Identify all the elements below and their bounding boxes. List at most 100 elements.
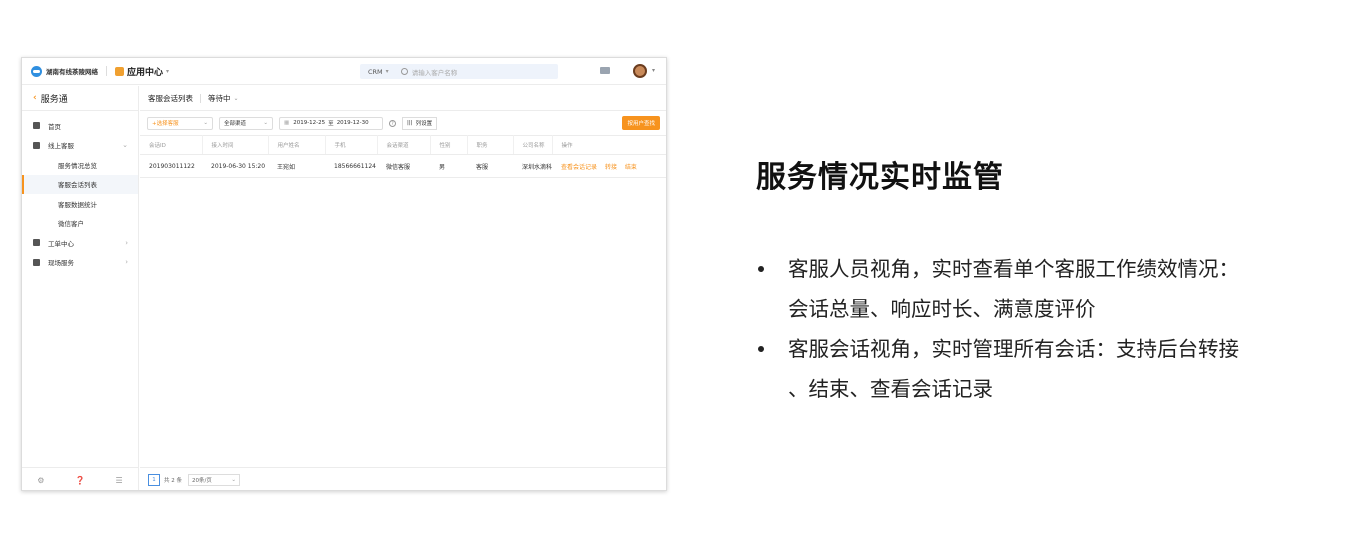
divider bbox=[200, 93, 201, 103]
col-header[interactable]: 会话ID bbox=[140, 135, 203, 155]
date-separator: 至 bbox=[328, 121, 334, 127]
cube-icon bbox=[115, 66, 124, 76]
sidebar-item-wechat-customers[interactable]: 微信客户 bbox=[22, 214, 138, 234]
end-link[interactable]: 结束 bbox=[625, 164, 637, 171]
sidebar-item-label: 客服会话列表 bbox=[58, 181, 97, 190]
chevron-down-icon: ▾ bbox=[385, 68, 389, 75]
col-header: 操作 bbox=[552, 135, 666, 155]
col-header[interactable]: 性别 bbox=[430, 135, 468, 155]
session-table: 会话ID 接入时间 用户姓名 手机 会话渠道 性别 职务 公司名称 操作 201… bbox=[140, 135, 666, 178]
app-center-label: 应用中心 bbox=[127, 67, 164, 78]
sidebar-item-overview[interactable]: 服务情况总览 bbox=[22, 155, 138, 175]
col-header[interactable]: 会话渠道 bbox=[377, 135, 431, 155]
sidebar-item-label: 工单中心 bbox=[48, 239, 74, 248]
bullet-dot bbox=[758, 266, 764, 272]
search-icon bbox=[400, 68, 408, 75]
bullet-item: 客服会话视角，实时管理所有会话：支持后台转接 、结束、查看会话记录 bbox=[756, 329, 1316, 409]
col-header[interactable]: 接入时间 bbox=[202, 135, 269, 155]
tab-session-list[interactable]: 客服会话列表 bbox=[148, 93, 193, 104]
sidebar-item-online-service[interactable]: 线上客服 ⌄ bbox=[22, 136, 138, 156]
pagination: 1 共 2 条 20条/页 ⌄ bbox=[140, 467, 666, 490]
cell-role: 客服 bbox=[467, 154, 513, 178]
agent-select[interactable]: +选择客服 ⌄ bbox=[147, 116, 213, 130]
cell-channel: 微信客服 bbox=[377, 154, 430, 178]
divider bbox=[106, 66, 107, 76]
service-icon bbox=[33, 141, 40, 149]
chevron-down-icon[interactable]: ▾ bbox=[652, 67, 655, 74]
home-icon bbox=[33, 122, 40, 130]
columns-icon: ||| bbox=[407, 120, 413, 126]
sidebar-item-field-service[interactable]: 现场服务 › bbox=[22, 253, 138, 273]
sidebar-header: ‹ 服务通 bbox=[22, 86, 138, 111]
column-settings-label: 列设置 bbox=[415, 121, 433, 127]
table-header-row: 会话ID 接入时间 用户姓名 手机 会话渠道 性别 职务 公司名称 操作 bbox=[140, 135, 666, 155]
sidebar-item-ticket-center[interactable]: 工单中心 › bbox=[22, 233, 138, 253]
cell-phone: 18566661124 bbox=[325, 154, 377, 178]
date-range-picker[interactable]: ▦ 2019-12-25 至 2019-12-30 bbox=[279, 116, 383, 130]
date-to: 2019-12-30 bbox=[336, 120, 369, 126]
cell-session-id: 201903011122 bbox=[140, 154, 202, 178]
filter-bar: +选择客服 ⌄ 全部渠道 ⌄ ▦ 2019-12-25 至 2019-12-30… bbox=[140, 111, 666, 135]
bullet-text: 客服会话视角，实时管理所有会话：支持后台转接 bbox=[788, 337, 1239, 361]
bullet-item: 客服人员视角，实时查看单个客服工作绩效情况： 会话总量、响应时长、满意度评价 bbox=[756, 249, 1316, 329]
tab-bar: 客服会话列表 等待中 ⌄ bbox=[140, 86, 666, 111]
app-center-menu[interactable]: 应用中心 ▾ bbox=[115, 65, 169, 78]
col-header[interactable]: 职务 bbox=[467, 135, 514, 155]
chevron-down-icon: ⌄ bbox=[231, 477, 236, 483]
page-size-select[interactable]: 20条/页 ⌄ bbox=[188, 474, 240, 486]
help-icon[interactable]: ? bbox=[389, 119, 396, 127]
sidebar-item-session-list[interactable]: 客服会话列表 bbox=[22, 174, 138, 194]
main-content: 客服会话列表 等待中 ⌄ +选择客服 ⌄ 全部渠道 ⌄ ▦ 2019-12-25… bbox=[140, 86, 666, 490]
sidebar-item-statistics[interactable]: 客服数据统计 bbox=[22, 194, 138, 214]
page-number[interactable]: 1 bbox=[148, 474, 160, 486]
company-name: 湖南有线茶陵网络 bbox=[46, 68, 98, 76]
collapse-icon[interactable]: ☰ bbox=[116, 476, 123, 485]
date-from: 2019-12-25 bbox=[293, 120, 326, 126]
company-logo[interactable]: 湖南有线茶陵网络 bbox=[31, 65, 98, 77]
sidebar-item-label: 客服数据统计 bbox=[58, 200, 97, 209]
chevron-down-icon: ▾ bbox=[166, 67, 170, 75]
help-icon[interactable]: ❓ bbox=[75, 476, 85, 485]
globe-icon bbox=[33, 258, 40, 266]
sidebar-item-label: 服务情况总览 bbox=[58, 161, 97, 170]
total-count: 共 2 条 bbox=[164, 478, 182, 484]
chevron-down-icon: ⌄ bbox=[203, 120, 208, 126]
user-query-button[interactable]: 按用户查找 bbox=[622, 116, 660, 130]
tab-status[interactable]: 等待中 bbox=[208, 93, 231, 104]
app-screenshot: 湖南有线茶陵网络 应用中心 ▾ CRM ▾ 请输入客户名称 ▾ ‹ 服务通 首页 bbox=[21, 57, 667, 491]
avatar[interactable] bbox=[633, 64, 647, 78]
chevron-down-icon[interactable]: ⌄ bbox=[234, 95, 239, 102]
table-row[interactable]: 201903011122 2019-06-30 15:20 王宛如 185666… bbox=[140, 154, 666, 178]
sidebar-item-home[interactable]: 首页 bbox=[22, 116, 138, 136]
crm-search-bar[interactable]: CRM ▾ 请输入客户名称 bbox=[360, 64, 558, 79]
sidebar: ‹ 服务通 首页 线上客服 ⌄ 服务情况总览 客服会话列表 客服数据统计 微信客… bbox=[22, 86, 139, 490]
channel-select-value: 全部渠道 bbox=[224, 121, 247, 127]
chevron-down-icon: ⌄ bbox=[263, 120, 268, 126]
channel-select[interactable]: 全部渠道 ⌄ bbox=[219, 116, 273, 130]
chevron-down-icon: ⌄ bbox=[122, 141, 128, 150]
col-header[interactable]: 手机 bbox=[325, 135, 378, 155]
col-header[interactable]: 公司名称 bbox=[513, 135, 553, 155]
chevron-right-icon: › bbox=[125, 238, 128, 247]
settings-icon[interactable]: ⚙ bbox=[37, 476, 44, 485]
ticket-icon bbox=[33, 239, 40, 247]
bullet-text: 会话总量、响应时长、满意度评价 bbox=[788, 297, 1096, 321]
cell-company: 深圳水滴科 bbox=[513, 154, 553, 178]
column-settings-button[interactable]: ||| 列设置 bbox=[402, 116, 438, 130]
cell-name: 王宛如 bbox=[268, 154, 325, 178]
back-icon[interactable]: ‹ bbox=[33, 93, 37, 103]
transfer-link[interactable]: 转接 bbox=[605, 164, 617, 171]
mail-icon[interactable] bbox=[600, 67, 610, 74]
agent-select-value: +选择客服 bbox=[152, 121, 179, 127]
search-input[interactable]: 请输入客户名称 bbox=[400, 67, 457, 77]
bullet-text: 、结束、查看会话记录 bbox=[788, 377, 993, 401]
crm-dropdown[interactable]: CRM bbox=[368, 68, 383, 76]
bullet-text: 客服人员视角，实时查看单个客服工作绩效情况： bbox=[788, 257, 1239, 281]
cell-time: 2019-06-30 15:20 bbox=[202, 154, 268, 178]
sidebar-item-label: 线上客服 bbox=[48, 142, 74, 151]
page-size-value: 20条/页 bbox=[192, 478, 212, 484]
view-record-link[interactable]: 查看会话记录 bbox=[561, 164, 597, 171]
col-header[interactable]: 用户姓名 bbox=[268, 135, 326, 155]
cell-gender: 男 bbox=[430, 154, 467, 178]
slide-title: 服务情况实时监管 bbox=[756, 160, 1004, 195]
